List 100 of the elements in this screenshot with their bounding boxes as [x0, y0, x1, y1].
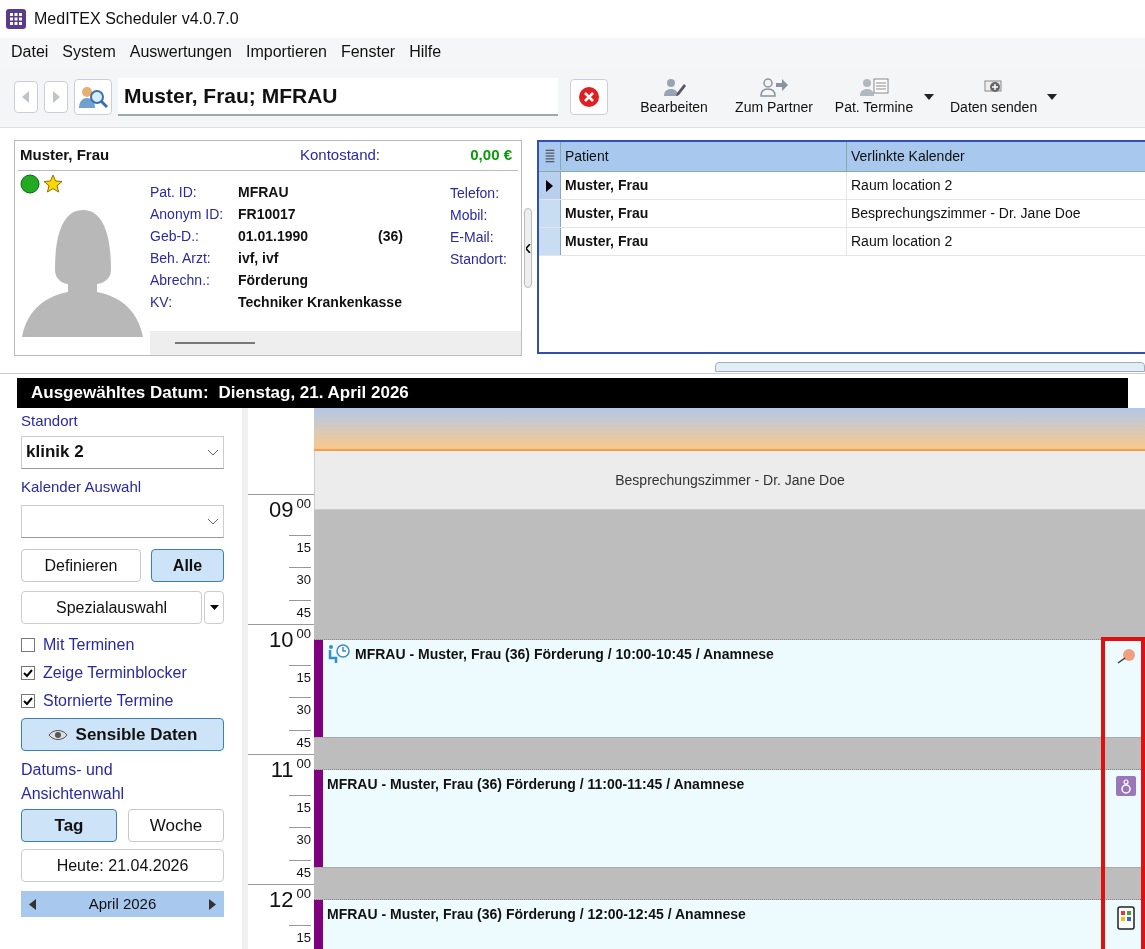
splitter-handle[interactable] [524, 208, 532, 288]
previous-month-icon[interactable] [29, 898, 36, 910]
view-button[interactable]: Tag [21, 809, 117, 842]
minute-label: 45 [289, 729, 311, 752]
eye-icon [47, 728, 68, 741]
patient-name: Muster, Frau [20, 145, 111, 166]
caret-icon[interactable] [924, 93, 934, 100]
next-month-icon[interactable] [209, 898, 216, 910]
field-label: Geb-D.: [150, 226, 200, 246]
menu-item[interactable]: Hilfe [402, 40, 449, 64]
balance-label: Kontostand: [298, 145, 382, 166]
caret-icon [209, 605, 219, 610]
chevron-down-icon [207, 518, 219, 525]
checkbox-label: Stornierte Termine [43, 691, 174, 711]
appointment-text: MFRAU - Muster, Frau (36) Förderung / 12:00-12:45 / Anamnese [327, 905, 746, 924]
person-arrow-icon [759, 77, 789, 97]
menu-item[interactable]: Fenster [333, 40, 403, 64]
table-cell: Muster, Frau [561, 172, 847, 199]
person-pencil-icon [661, 77, 687, 97]
table-cell-text: Besprechungszimmer - Dr. Jane Doe [850, 204, 1082, 223]
field-value: Förderung [238, 270, 309, 290]
field-label: Telefon: [450, 184, 501, 201]
menu-item[interactable]: Datei [4, 40, 56, 64]
window-title: MedITEX Scheduler v4.0.7.0 [34, 9, 239, 29]
current-row-icon [546, 179, 553, 192]
minute-label: 00 [296, 757, 311, 771]
pin-icon [1115, 646, 1137, 666]
table-cell-text: Raum location 2 [850, 176, 954, 195]
field-label: Standort: [450, 250, 507, 267]
table-row[interactable]: Muster, Frau Besprechungszimmer - Dr. Jane Doe [539, 200, 1145, 228]
toolbar-button[interactable]: Zum Partner [724, 75, 824, 118]
patient-search-button[interactable] [74, 78, 112, 115]
field-label: Anonym ID: [150, 204, 225, 224]
minute-label: 15 [289, 794, 311, 817]
field-value: Techniker Krankenkasse [238, 292, 402, 312]
toolbar-button[interactable]: Daten senden [940, 75, 1048, 118]
left-arrow-icon [22, 90, 30, 103]
column-header[interactable]: Patient [561, 142, 847, 171]
app-grid-icon [6, 9, 26, 29]
checkbox[interactable] [21, 666, 35, 680]
table-row[interactable]: Muster, Frau Raum location 2 [539, 172, 1145, 200]
menu-item[interactable]: Importieren [239, 40, 334, 64]
minute-label: 15 [289, 924, 311, 947]
horizontal-scrollbar[interactable] [715, 362, 1145, 372]
location-label: Standort [21, 411, 79, 431]
row-header[interactable] [539, 172, 561, 199]
field-label: E-Mail: [450, 228, 495, 245]
view-button[interactable]: Woche [128, 809, 224, 842]
calendar-dropdown[interactable] [21, 505, 224, 538]
minute-label: 00 [296, 497, 311, 511]
field-label: KV: [150, 292, 174, 312]
person-calendar-icon [859, 77, 889, 97]
month-label: April 2026 [88, 893, 157, 914]
sensitive-data-button[interactable]: Sensible Daten [21, 718, 224, 751]
hour-label: 10 [269, 627, 294, 653]
define-button[interactable]: Definieren [21, 549, 141, 582]
minute-label: 15 [289, 664, 311, 687]
speaker-icon [1116, 776, 1136, 796]
field-value: FR10017 [238, 204, 297, 224]
table-row[interactable]: Muster, Frau Raum location 2 [539, 228, 1145, 256]
minute-label: 30 [289, 567, 311, 590]
table-cell: Muster, Frau [561, 228, 847, 255]
clear-button[interactable] [570, 78, 608, 115]
minute-label: 30 [289, 827, 311, 850]
horizontal-scrollbar[interactable] [150, 331, 521, 355]
balance-value: 0,00 € [469, 145, 513, 166]
hour-label: 11 [270, 757, 294, 783]
toolbar-button[interactable]: Pat. Termine [824, 75, 924, 118]
star-icon [43, 174, 63, 194]
field-label: Beh. Arzt: [150, 248, 212, 268]
special-selection-button[interactable]: Spezialauswahl [21, 591, 203, 624]
minute-label: 45 [289, 599, 311, 622]
checkbox-label: Zeige Terminblocker [43, 663, 187, 683]
minute-label: 45 [289, 859, 311, 882]
appointment-text: MFRAU - Muster, Frau (36) Förderung / 11:00-11:45 / Anamnese [327, 775, 745, 794]
toolbar-button[interactable]: Bearbeiten [624, 75, 724, 118]
table-cell: Muster, Frau [561, 200, 847, 227]
location-dropdown[interactable]: klinik 2 [21, 435, 224, 469]
minute-label: 00 [296, 627, 311, 641]
checkmark-icon [23, 668, 33, 678]
calendar-column-header[interactable]: Besprechungszimmer - Dr. Jane Doe [314, 451, 1145, 510]
seated-person-clock-icon [327, 644, 351, 664]
field-value: (36) [378, 226, 403, 246]
checkbox[interactable] [21, 638, 35, 652]
menu-item[interactable]: System [55, 40, 123, 64]
close-icon [578, 85, 600, 108]
today-button[interactable]: Heute: 21.04.2026 [21, 849, 224, 882]
caret-icon[interactable] [1047, 93, 1058, 100]
all-button[interactable]: Alle [151, 549, 224, 582]
checkbox[interactable] [21, 694, 35, 708]
menu-item[interactable]: Auswertungen [122, 40, 239, 64]
field-label: Mobil: [450, 206, 489, 223]
field-label: Pat. ID: [150, 182, 198, 202]
column-header[interactable]: Verlinkte Kalender [847, 142, 1145, 171]
minute-label: 15 [289, 534, 311, 557]
smartphone-icon [1117, 906, 1135, 930]
checkbox-label: Mit Terminen [43, 635, 135, 655]
patient-search-field[interactable]: Muster, Frau; MFRAU [118, 77, 558, 116]
collapse-left-icon [525, 243, 531, 253]
dropdown-button[interactable] [204, 591, 224, 624]
